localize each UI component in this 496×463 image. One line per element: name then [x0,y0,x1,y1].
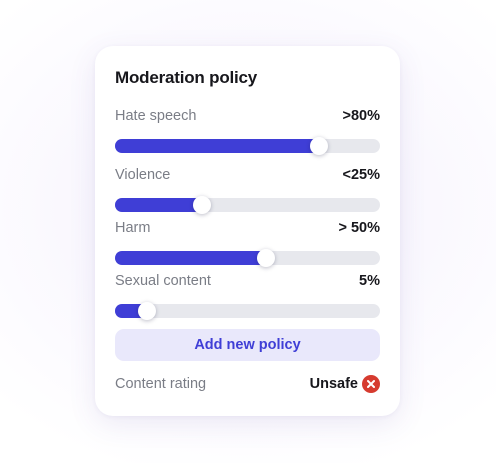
slider-fill [115,251,266,265]
policy-slider[interactable] [115,302,380,320]
policy-label: Hate speech [115,108,197,124]
x-circle-icon [362,375,380,393]
policy-label: Sexual content [115,273,211,289]
policy-row-hate-speech: Hate speech >80% [115,108,380,156]
slider-thumb[interactable] [193,196,211,214]
policy-row-violence: Violence <25% [115,167,380,215]
policy-value: <25% [342,167,381,183]
policy-slider[interactable] [115,249,380,267]
slider-thumb[interactable] [310,137,328,155]
policy-value: 5% [359,273,380,289]
policy-slider[interactable] [115,137,380,155]
policy-label: Violence [115,167,171,183]
slider-thumb[interactable] [257,249,275,267]
moderation-policy-card: Moderation policy Hate speech >80% Viole… [95,46,400,416]
policy-row-harm: Harm > 50% [115,220,380,268]
add-new-policy-button[interactable]: Add new policy [115,329,380,361]
slider-thumb[interactable] [138,302,156,320]
policy-row-sexual-content: Sexual content 5% [115,273,380,321]
content-rating-value: Unsafe [309,376,358,392]
policy-slider[interactable] [115,196,380,214]
policy-value: >80% [342,108,381,124]
policy-value: > 50% [338,220,380,236]
card-title: Moderation policy [115,68,258,87]
policy-label: Harm [115,220,151,236]
slider-fill [115,139,319,153]
slider-fill [115,198,202,212]
content-rating-label: Content rating [115,376,207,392]
